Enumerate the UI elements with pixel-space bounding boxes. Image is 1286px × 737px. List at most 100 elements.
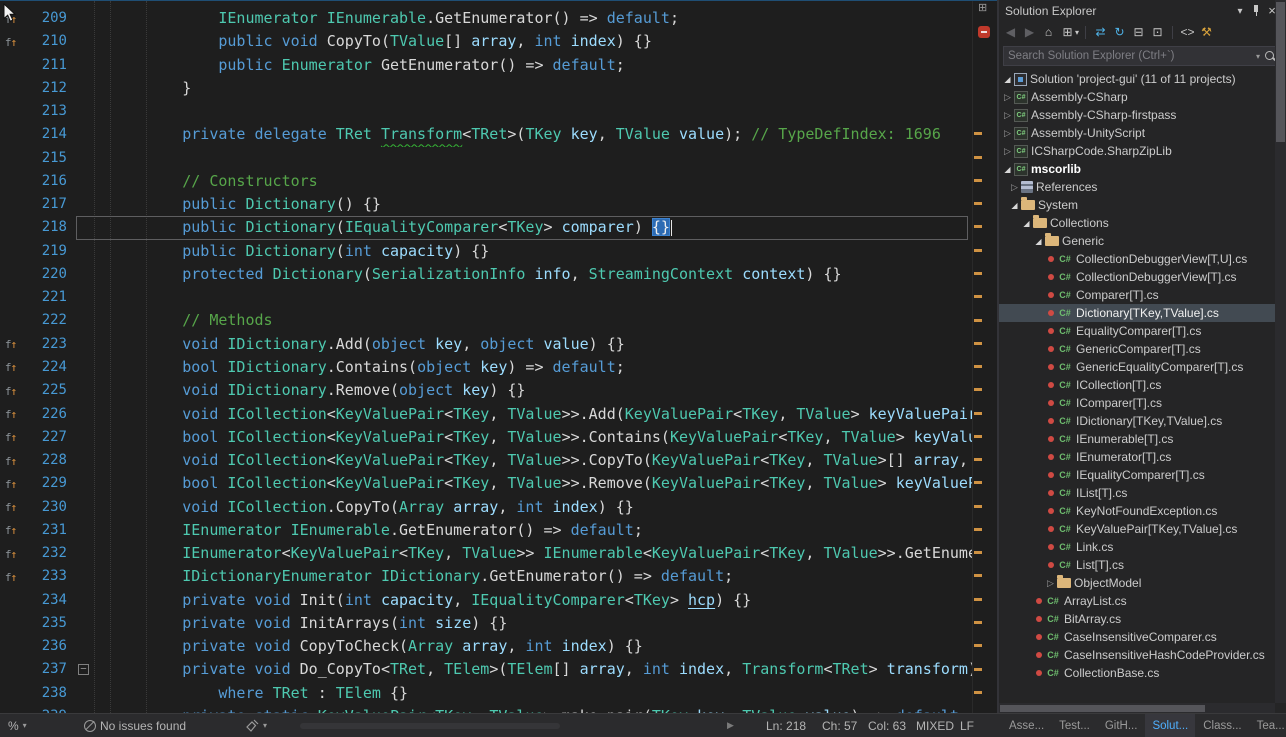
tool-window-tab-gith[interactable]: GitH... bbox=[1098, 714, 1145, 737]
code-line-222[interactable]: 222 // Methods bbox=[0, 309, 997, 332]
tree-item-iequalitycomparer-t-cs[interactable]: C#IEqualityComparer[T].cs bbox=[999, 466, 1286, 484]
line-number[interactable]: 209 bbox=[22, 7, 72, 30]
split-window-icon[interactable]: ⊞ bbox=[978, 1, 987, 15]
tree-item-idictionary-tkey-tvalue-cs[interactable]: C#IDictionary[TKey,TValue].cs bbox=[999, 412, 1286, 430]
code-line-224[interactable]: f↑224 bool IDictionary.Contains(object k… bbox=[0, 356, 997, 379]
code-text[interactable]: IEnumerator<KeyValuePair<TKey, TValue>> … bbox=[110, 542, 972, 565]
collapse-all-icon[interactable]: ⊟ bbox=[1130, 24, 1147, 41]
implements-glyph-icon[interactable]: f↑ bbox=[0, 355, 22, 379]
chevron-expanded-icon[interactable]: ◢ bbox=[1008, 201, 1021, 210]
code-text[interactable]: // Constructors bbox=[110, 170, 972, 193]
implements-glyph-icon[interactable]: f↑ bbox=[0, 425, 22, 449]
code-text[interactable]: bool ICollection<KeyValuePair<TKey, TVal… bbox=[110, 472, 972, 495]
code-line-232[interactable]: f↑232 IEnumerator<KeyValuePair<TKey, TVa… bbox=[0, 542, 997, 565]
line-number[interactable]: 213 bbox=[22, 100, 72, 123]
line-number[interactable]: 212 bbox=[22, 77, 72, 100]
line-number[interactable]: 234 bbox=[22, 589, 72, 612]
code-text[interactable]: private delegate TRet Transform<TRet>(TK… bbox=[110, 123, 972, 146]
code-text[interactable]: private void Do_CopyTo<TRet, TElem>(TEle… bbox=[110, 658, 972, 681]
code-line-219[interactable]: 219 public Dictionary(int capacity) {} bbox=[0, 240, 997, 263]
code-text[interactable]: void ICollection<KeyValuePair<TKey, TVal… bbox=[110, 449, 972, 472]
tree-item-system[interactable]: ◢System bbox=[999, 196, 1286, 214]
tree-item-dictionary-tkey-tvalue-cs[interactable]: C#Dictionary[TKey,TValue].cs bbox=[999, 304, 1286, 322]
line-number[interactable]: 237 bbox=[22, 658, 72, 681]
line-number[interactable]: 211 bbox=[22, 54, 72, 77]
code-text[interactable]: IEnumerator IEnumerable.GetEnumerator() … bbox=[110, 7, 972, 30]
line-number[interactable]: 223 bbox=[22, 333, 72, 356]
search-dropdown-caret-icon[interactable]: ▾ bbox=[1256, 52, 1260, 61]
tree-vertical-scrollbar[interactable] bbox=[1275, 0, 1286, 703]
tree-item-objectmodel[interactable]: ▷ObjectModel bbox=[999, 574, 1286, 592]
code-line-229[interactable]: f↑229 bool ICollection<KeyValuePair<TKey… bbox=[0, 472, 997, 495]
code-text[interactable]: bool IDictionary.Contains(object key) =>… bbox=[110, 356, 972, 379]
line-number[interactable]: 232 bbox=[22, 542, 72, 565]
tree-item-link-cs[interactable]: C#Link.cs bbox=[999, 538, 1286, 556]
code-line-218[interactable]: 218 public Dictionary(IEqualityComparer<… bbox=[0, 216, 997, 239]
code-text[interactable]: bool ICollection<KeyValuePair<TKey, TVal… bbox=[110, 426, 972, 449]
code-text[interactable]: IDictionaryEnumerator IDictionary.GetEnu… bbox=[110, 565, 972, 588]
line-number[interactable]: 226 bbox=[22, 403, 72, 426]
code-line-228[interactable]: f↑228 void ICollection<KeyValuePair<TKey… bbox=[0, 449, 997, 472]
code-text[interactable]: IEnumerator IEnumerable.GetEnumerator() … bbox=[110, 519, 972, 542]
implements-glyph-icon[interactable]: f↑ bbox=[0, 449, 22, 473]
code-line-213[interactable]: 213 bbox=[0, 100, 997, 123]
tree-item-genericcomparer-t-cs[interactable]: C#GenericComparer[T].cs bbox=[999, 340, 1286, 358]
tree-item-assembly-unityscript[interactable]: ▷C#Assembly-UnityScript bbox=[999, 124, 1286, 142]
code-line-214[interactable]: 214 private delegate TRet Transform<TRet… bbox=[0, 123, 997, 146]
implements-glyph-icon[interactable]: f↑ bbox=[0, 565, 22, 589]
tree-item-ienumerable-t-cs[interactable]: C#IEnumerable[T].cs bbox=[999, 430, 1286, 448]
implements-glyph-icon[interactable]: f↑ bbox=[0, 518, 22, 542]
code-text[interactable]: where TRet : TElem {} bbox=[110, 682, 972, 705]
line-number[interactable]: 233 bbox=[22, 565, 72, 588]
code-line-235[interactable]: 235 private void InitArrays(int size) {} bbox=[0, 612, 997, 635]
tree-item-mscorlib[interactable]: ◢C#mscorlib bbox=[999, 160, 1286, 178]
tree-item-collections[interactable]: ◢Collections bbox=[999, 214, 1286, 232]
zoom-control[interactable]: % ▾ bbox=[8, 714, 27, 737]
code-line-220[interactable]: 220 protected Dictionary(SerializationIn… bbox=[0, 263, 997, 286]
code-line-223[interactable]: f↑223 void IDictionary.Add(object key, o… bbox=[0, 333, 997, 356]
code-text[interactable]: void ICollection<KeyValuePair<TKey, TVal… bbox=[110, 403, 972, 426]
chevron-collapsed-icon[interactable]: ▷ bbox=[1001, 110, 1014, 121]
code-line-217[interactable]: 217 public Dictionary() {} bbox=[0, 193, 997, 216]
pin-icon[interactable] bbox=[1248, 4, 1264, 18]
tree-item-assembly-csharp-firstpass[interactable]: ▷C#Assembly-CSharp-firstpass bbox=[999, 106, 1286, 124]
tree-item-icomparer-t-cs[interactable]: C#IComparer[T].cs bbox=[999, 394, 1286, 412]
tree-item-bitarray-cs[interactable]: C#BitArray.cs bbox=[999, 610, 1286, 628]
line-number[interactable]: 221 bbox=[22, 286, 72, 309]
line-number[interactable]: 235 bbox=[22, 612, 72, 635]
code-cleanup-button[interactable]: ▾ bbox=[246, 714, 267, 737]
tree-horizontal-scrollbar[interactable] bbox=[999, 703, 1275, 713]
code-text[interactable]: private void Init(int capacity, IEqualit… bbox=[110, 589, 972, 612]
code-line-215[interactable]: 215 bbox=[0, 147, 997, 170]
code-line-230[interactable]: f↑230 void ICollection.CopyTo(Array arra… bbox=[0, 496, 997, 519]
code-text[interactable]: // Methods bbox=[110, 309, 972, 332]
code-line-225[interactable]: f↑225 void IDictionary.Remove(object key… bbox=[0, 379, 997, 402]
chevron-collapsed-icon[interactable]: ▷ bbox=[1001, 128, 1014, 139]
code-line-233[interactable]: f↑233 IDictionaryEnumerator IDictionary.… bbox=[0, 565, 997, 588]
code-line-231[interactable]: f↑231 IEnumerator IEnumerable.GetEnumera… bbox=[0, 519, 997, 542]
tree-item-icollection-t-cs[interactable]: C#ICollection[T].cs bbox=[999, 376, 1286, 394]
chevron-collapsed-icon[interactable]: ▷ bbox=[1001, 92, 1014, 103]
chevron-collapsed-icon[interactable]: ▷ bbox=[1044, 578, 1057, 589]
line-number[interactable]: 229 bbox=[22, 472, 72, 495]
line-number[interactable]: 217 bbox=[22, 193, 72, 216]
tree-item-genericequalitycomparer-t-cs[interactable]: C#GenericEqualityComparer[T].cs bbox=[999, 358, 1286, 376]
line-number[interactable]: 214 bbox=[22, 123, 72, 146]
code-text[interactable]: public void CopyTo(TValue[] array, int i… bbox=[110, 30, 972, 53]
line-number[interactable]: 238 bbox=[22, 682, 72, 705]
tree-item-references[interactable]: ▷References bbox=[999, 178, 1286, 196]
tool-window-tab-solut[interactable]: Solut... bbox=[1145, 714, 1195, 737]
code-text[interactable]: void ICollection.CopyTo(Array array, int… bbox=[110, 496, 972, 519]
line-number[interactable]: 215 bbox=[22, 147, 72, 170]
tool-window-tab-class[interactable]: Class... bbox=[1196, 714, 1248, 737]
code-text[interactable]: protected Dictionary(SerializationInfo i… bbox=[110, 263, 972, 286]
window-position-icon[interactable]: ▾ bbox=[1232, 4, 1248, 18]
tool-window-tab-test[interactable]: Test... bbox=[1052, 714, 1097, 737]
code-text[interactable]: public Enumerator GetEnumerator() => def… bbox=[110, 54, 972, 77]
code-text[interactable]: public Dictionary(IEqualityComparer<TKey… bbox=[110, 216, 972, 239]
tree-item-generic[interactable]: ◢Generic bbox=[999, 232, 1286, 250]
code-text[interactable] bbox=[110, 100, 972, 123]
implements-glyph-icon[interactable]: f↑ bbox=[0, 402, 22, 426]
tree-item-collectiondebuggerview-t-u-cs[interactable]: C#CollectionDebuggerView[T,U].cs bbox=[999, 250, 1286, 268]
code-line-239[interactable]: 239 private static KeyValuePair<TKey, TV… bbox=[0, 705, 997, 713]
